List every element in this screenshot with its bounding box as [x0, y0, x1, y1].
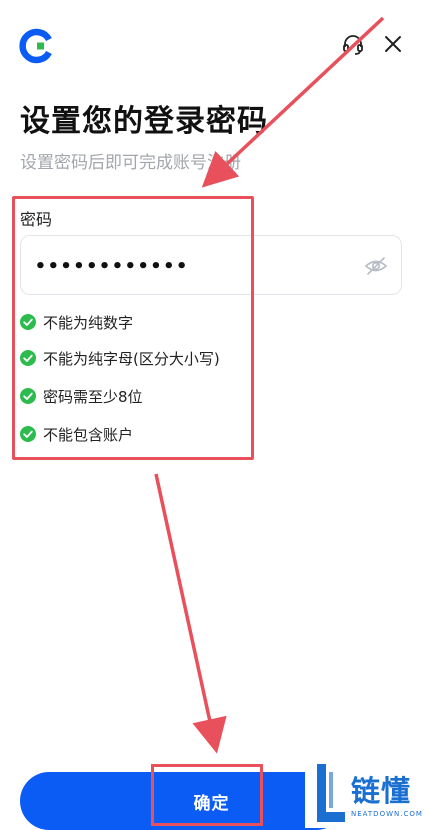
check-circle-icon [20, 350, 36, 366]
rule-text: 不能为纯字母(区分大小写) [43, 349, 220, 368]
check-circle-icon [20, 314, 36, 330]
rule-item: 密码需至少8位 [20, 385, 143, 407]
rule-item: 不能为纯字母(区分大小写) [20, 347, 220, 369]
page-subtitle: 设置密码后即可完成账号注册 [20, 153, 241, 173]
watermark: 链懂 NEATDOWN.COM [305, 760, 425, 828]
annotation-arrow-bottom [154, 473, 227, 754]
headset-icon[interactable] [341, 33, 365, 57]
close-icon[interactable] [382, 33, 404, 55]
password-field[interactable] [20, 235, 402, 295]
rule-item: 不能为纯数字 [20, 311, 133, 333]
page-title: 设置您的登录密码 [20, 104, 268, 139]
check-circle-icon [20, 426, 36, 442]
password-label: 密码 [20, 210, 53, 229]
rule-item: 不能包含账户 [20, 423, 133, 445]
rule-text: 不能包含账户 [43, 425, 134, 444]
rule-text: 密码需至少8位 [43, 387, 143, 406]
watermark-logo-icon [317, 764, 345, 822]
watermark-title: 链懂 [351, 774, 412, 808]
brand-logo-icon [19, 28, 52, 64]
watermark-subtitle: NEATDOWN.COM [351, 810, 423, 818]
rule-text: 不能为纯数字 [43, 313, 134, 332]
confirm-button[interactable]: 确定 [20, 772, 345, 830]
check-circle-icon [20, 388, 36, 404]
password-input[interactable] [35, 250, 345, 282]
eye-off-icon[interactable] [364, 254, 388, 278]
